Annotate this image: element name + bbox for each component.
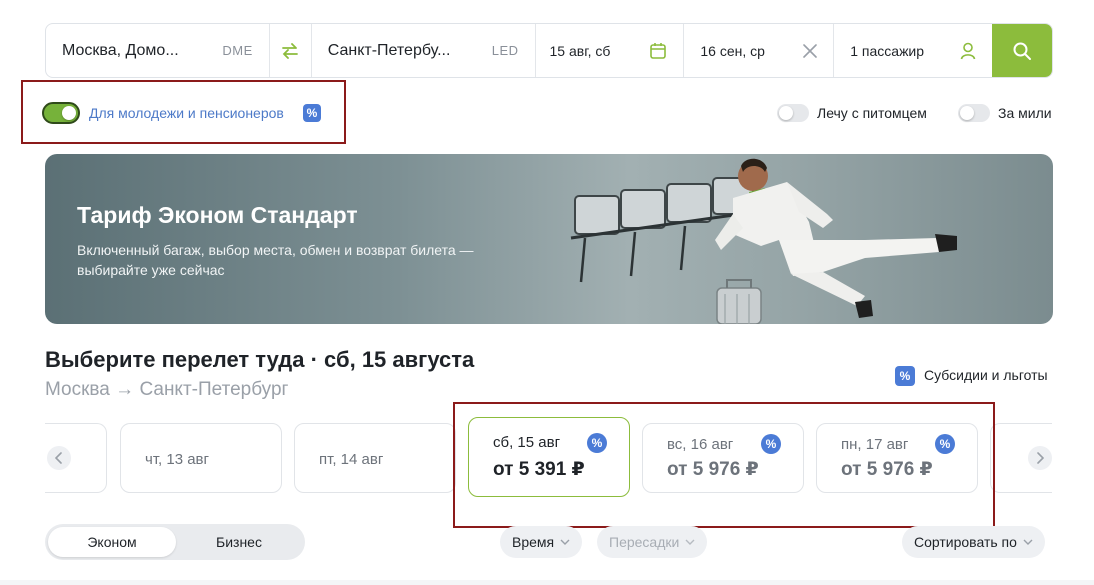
banner-illustration — [570, 158, 957, 324]
passengers-count: 1 пассажир — [850, 42, 925, 59]
cabin-class-switch: Эконом Бизнес — [45, 524, 305, 560]
depart-date-field[interactable]: 15 авг, сб — [536, 24, 685, 77]
close-icon[interactable] — [803, 43, 818, 58]
time-filter-label: Время — [512, 534, 555, 550]
date-label: пт, 14 авг — [319, 451, 384, 468]
date-card[interactable]: чт, 13 авг — [120, 423, 282, 493]
carousel-prev-button[interactable] — [47, 446, 71, 470]
time-filter[interactable]: Время — [500, 526, 583, 558]
origin-code: DME — [222, 43, 253, 58]
destination-field[interactable]: Санкт-Петербу... LED — [312, 24, 536, 77]
route-arrow: → — [115, 379, 135, 400]
banner-title: Тариф Эконом Стандарт — [77, 202, 358, 228]
origin-city: Москва, Домо... — [62, 41, 179, 59]
youth-toggle[interactable] — [42, 102, 80, 124]
toggle-knob — [960, 106, 974, 120]
destination-city: Санкт-Петербу... — [327, 41, 451, 59]
flight-heading: Выберите перелет туда · сб, 15 августа — [45, 347, 475, 372]
swap-button[interactable] — [270, 24, 312, 77]
subsidy-link[interactable]: Субсидии и льготы — [924, 367, 1048, 383]
route-destination: Санкт-Петербург — [139, 379, 289, 400]
banner-description: Включенный багаж, выбор места, обмен и в… — [77, 242, 474, 278]
pet-toggle[interactable] — [777, 104, 809, 122]
youth-label[interactable]: Для молодежи и пенсионеров — [89, 105, 284, 121]
search-icon — [1013, 42, 1032, 60]
pet-label[interactable]: Лечу с питомцем — [817, 105, 927, 121]
calendar-icon — [649, 42, 667, 60]
toggle-knob — [779, 106, 793, 120]
economy-tab[interactable]: Эконом — [48, 527, 176, 557]
sort-dropdown[interactable]: Сортировать по — [902, 526, 1045, 558]
divider — [0, 580, 1094, 585]
route-breadcrumb: Москва → Санкт-Петербург — [45, 379, 288, 401]
swap-icon — [282, 42, 299, 59]
return-date-field[interactable]: 16 сен, ср — [684, 24, 835, 77]
search-button[interactable] — [992, 24, 1052, 77]
discount-badge: % — [303, 104, 321, 122]
subsidy-badge: % — [895, 366, 915, 386]
carousel-next-button[interactable] — [1028, 446, 1052, 470]
date-label: чт, 13 авг — [145, 451, 209, 468]
passengers-field[interactable]: 1 пассажир — [834, 24, 992, 77]
miles-label[interactable]: За мили — [998, 105, 1052, 121]
return-date: 16 сен, ср — [700, 42, 765, 59]
destination-code: LED — [491, 43, 519, 58]
date-card[interactable]: пт, 14 авг — [294, 423, 456, 493]
miles-toggle[interactable] — [958, 104, 990, 122]
chevron-right-icon — [1037, 452, 1044, 464]
chevron-down-icon — [685, 539, 695, 545]
person-icon — [960, 42, 976, 60]
search-bar: Москва, Домо... DME Санкт-Петербу... LED… — [45, 23, 1053, 78]
route-origin: Москва — [45, 379, 110, 400]
sort-label: Сортировать по — [914, 534, 1017, 550]
promo-banner[interactable]: Тариф Эконом Стандарт Включенный багаж, … — [45, 154, 1053, 324]
transfers-filter-label: Пересадки — [609, 534, 680, 550]
chevron-down-icon — [1023, 539, 1033, 545]
chevron-down-icon — [560, 539, 570, 545]
origin-field[interactable]: Москва, Домо... DME — [46, 24, 270, 77]
chevron-left-icon — [55, 452, 62, 464]
depart-date: 15 авг, сб — [549, 42, 611, 59]
toggle-knob — [62, 106, 76, 120]
transfers-filter[interactable]: Пересадки — [597, 526, 708, 558]
business-tab[interactable]: Бизнес — [176, 527, 302, 557]
highlight-box-dates — [453, 402, 995, 528]
